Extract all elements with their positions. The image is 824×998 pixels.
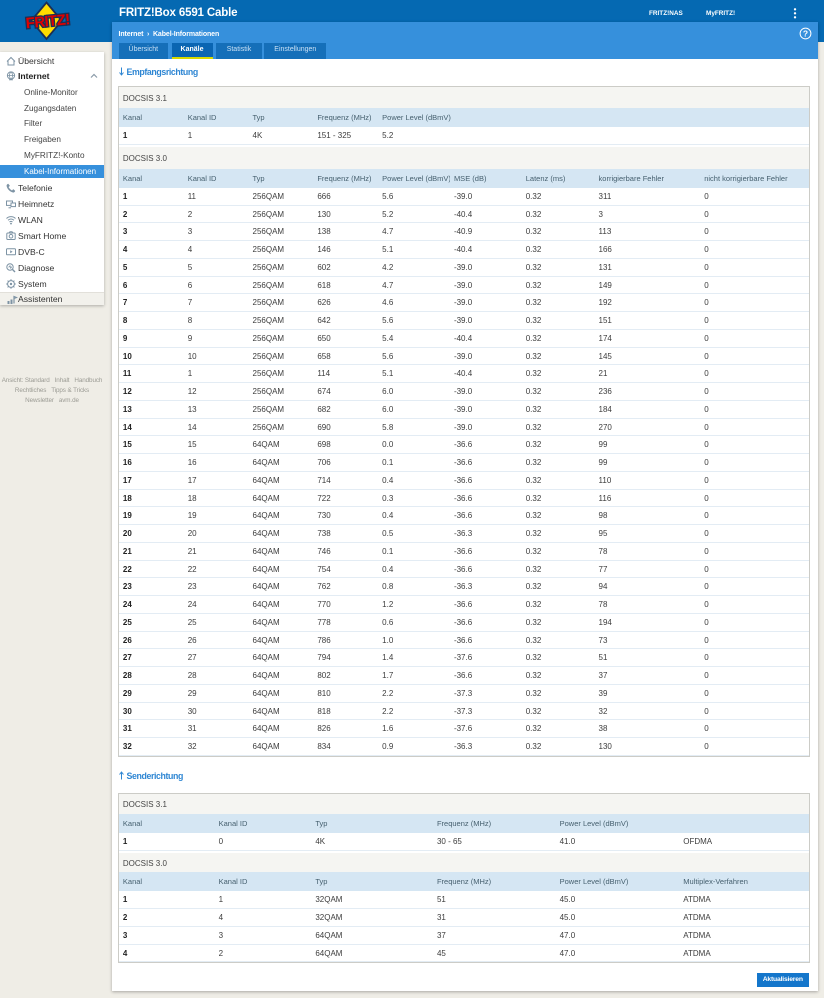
svg-text:?: ? <box>802 28 807 38</box>
svg-text:FRITZ!: FRITZ! <box>25 11 70 32</box>
